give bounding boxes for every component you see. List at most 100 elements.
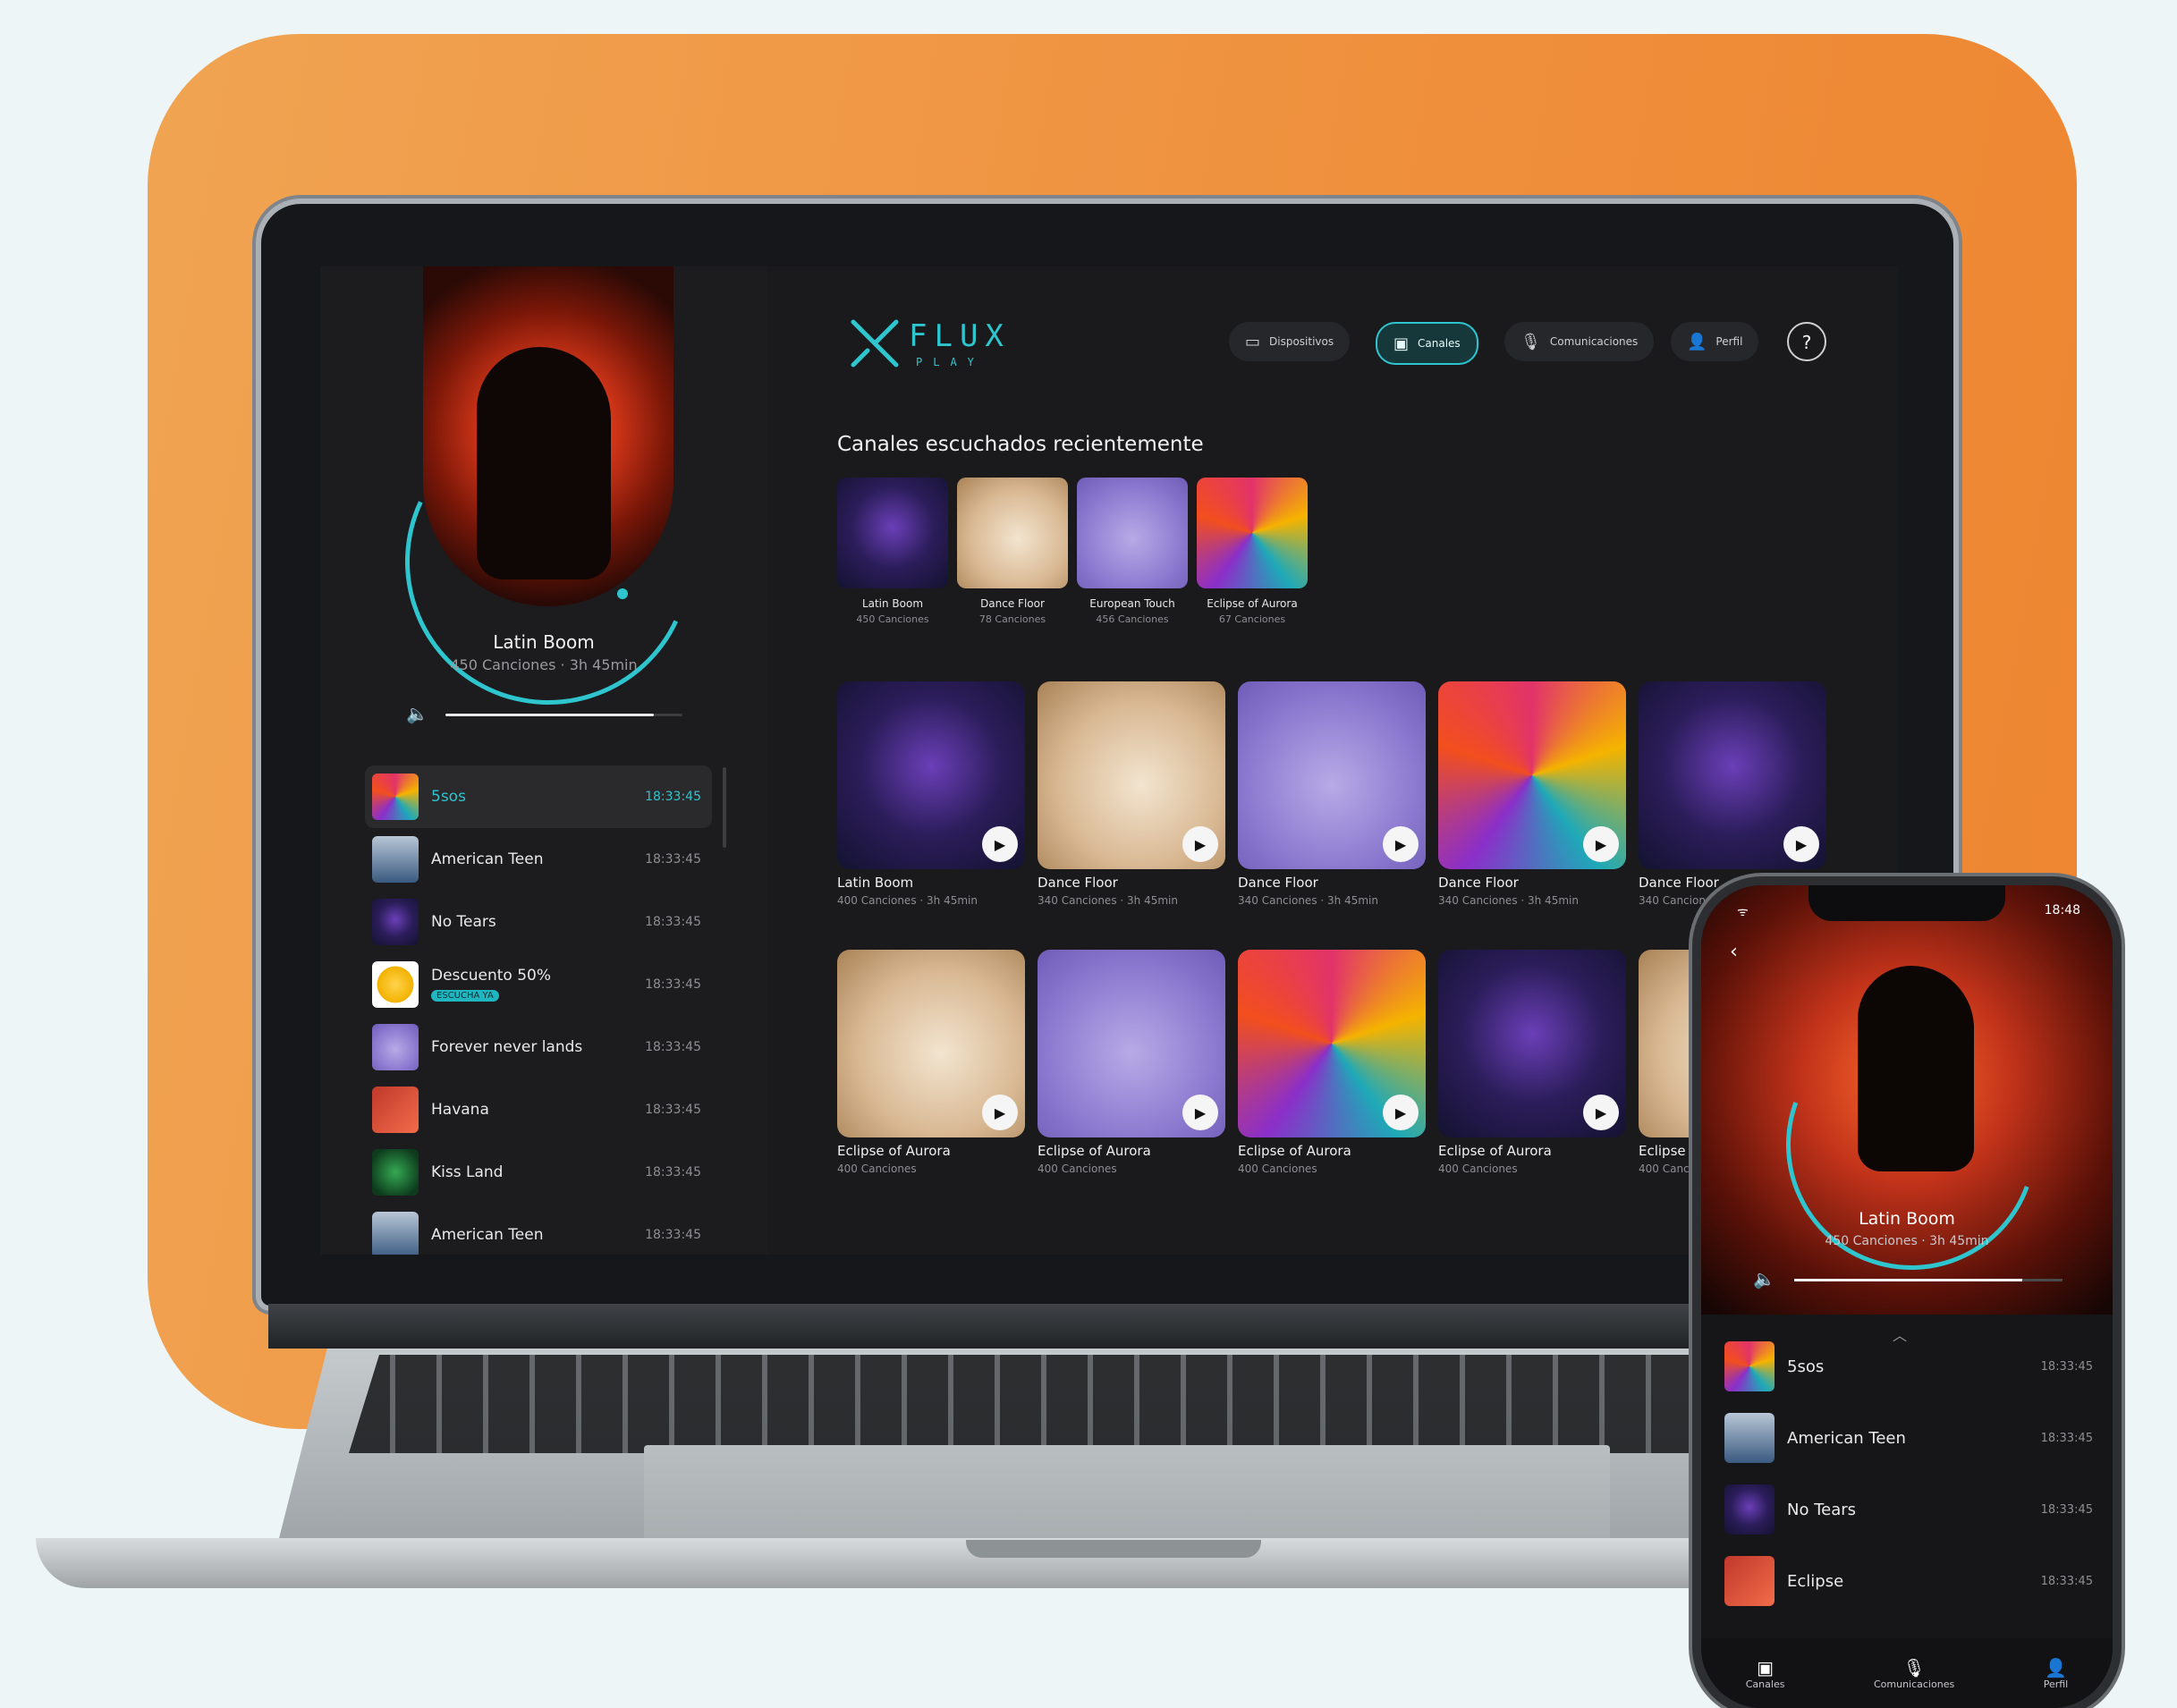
track-list-scrollbar[interactable] bbox=[723, 767, 726, 848]
track-row[interactable]: American Teen 18:33:45 bbox=[365, 1204, 712, 1255]
track-thumbnail bbox=[372, 899, 419, 945]
track-title: No Tears bbox=[1787, 1500, 1857, 1519]
recent-channel-card[interactable]: European Touch 456 Canciones bbox=[1077, 478, 1188, 625]
track-time: 18:33:45 bbox=[645, 852, 701, 867]
channel-card[interactable]: ▶ Eclipse of Aurora 400 Canciones bbox=[837, 950, 1025, 1175]
track-list: 5sos 18:33:45 American Teen 18:33:45 No … bbox=[365, 765, 712, 1255]
track-thumbnail bbox=[372, 774, 419, 820]
track-time: 18:33:45 bbox=[645, 1165, 701, 1180]
play-icon[interactable]: ▶ bbox=[1383, 826, 1419, 862]
phone-now-playing-title: Latin Boom bbox=[1859, 1209, 1955, 1229]
track-thumbnail bbox=[1724, 1556, 1775, 1606]
channel-card[interactable]: ▶ Latin Boom 400 Canciones · 3h 45min bbox=[837, 681, 1025, 907]
channel-card[interactable]: ▶ Eclipse of Aurora 400 Canciones bbox=[1438, 950, 1626, 1175]
nav-comunicaciones[interactable]: 🎙 Comunicaciones bbox=[1504, 322, 1655, 361]
track-time: 18:33:45 bbox=[2040, 1359, 2093, 1374]
channels-icon: ▣ bbox=[1757, 1656, 1775, 1678]
play-icon[interactable]: ▶ bbox=[1783, 826, 1819, 862]
track-row[interactable]: Havana 18:33:45 bbox=[365, 1078, 712, 1141]
channel-card-art: ▶ bbox=[1238, 950, 1426, 1137]
track-row[interactable]: 5sos 18:33:45 bbox=[365, 765, 712, 828]
track-title-wrap: Kiss Land bbox=[431, 1163, 645, 1181]
track-row[interactable]: Descuento 50% ESCUCHA YA 18:33:45 bbox=[365, 953, 712, 1016]
volume-icon[interactable]: 🔈 bbox=[406, 703, 428, 724]
recent-channel-title: European Touch bbox=[1089, 597, 1175, 610]
channel-card-subtitle: 340 Canciones · 3h 45min bbox=[1438, 894, 1579, 907]
logo-wordmark: FLUX bbox=[909, 318, 1011, 354]
volume-slider-fill bbox=[445, 714, 655, 716]
recent-channel-card[interactable]: Dance Floor 78 Canciones bbox=[957, 478, 1068, 625]
channel-card-title: Eclipse of Aurora bbox=[837, 1143, 951, 1159]
recent-channel-card[interactable]: Eclipse of Aurora 67 Canciones bbox=[1197, 478, 1308, 625]
play-icon[interactable]: ▶ bbox=[982, 1095, 1018, 1130]
playback-progress-arc[interactable] bbox=[364, 377, 733, 746]
track-row[interactable]: Kiss Land 18:33:45 bbox=[365, 1141, 712, 1204]
phone-volume-slider[interactable] bbox=[1794, 1279, 2063, 1281]
phone-tab-perfil-label: Perfil bbox=[2043, 1678, 2069, 1690]
track-time: 18:33:45 bbox=[645, 1040, 701, 1054]
track-title-wrap: Forever never lands bbox=[431, 1038, 645, 1056]
channel-card-title: Eclipse of Aurora bbox=[1238, 1143, 1351, 1159]
track-title: American Teen bbox=[431, 850, 544, 868]
phone-track-row[interactable]: American Teen 18:33:45 bbox=[1724, 1411, 2093, 1465]
nav-dispositivos[interactable]: ▭ Dispositivos bbox=[1229, 322, 1351, 361]
volume-icon[interactable]: 🔈 bbox=[1753, 1268, 1775, 1289]
logo-subtitle: PLAY bbox=[916, 356, 985, 368]
phone-track-row[interactable]: No Tears 18:33:45 bbox=[1724, 1483, 2093, 1536]
play-icon[interactable]: ▶ bbox=[1182, 826, 1218, 862]
now-playing-subtitle: 450 Canciones · 3h 45min bbox=[450, 656, 638, 673]
phone-tab-comunicaciones[interactable]: 🎙 Comunicaciones bbox=[1874, 1657, 1954, 1690]
track-thumbnail bbox=[372, 1212, 419, 1255]
channel-card[interactable]: ▶ Dance Floor 340 Canciones · 3h 45min bbox=[1038, 681, 1225, 907]
phone-notch bbox=[1809, 885, 2005, 921]
track-row[interactable]: Forever never lands 18:33:45 bbox=[365, 1016, 712, 1078]
channel-card[interactable]: ▶ Dance Floor 340 Canciones · 3h 45min bbox=[1639, 681, 1826, 907]
recent-channel-count: 67 Canciones bbox=[1218, 613, 1286, 625]
track-time: 18:33:45 bbox=[645, 790, 701, 804]
playback-progress-handle[interactable] bbox=[617, 588, 628, 599]
play-icon[interactable]: ▶ bbox=[1583, 1095, 1619, 1130]
channel-card[interactable]: ▶ Eclipse of Aurora 400 Canciones bbox=[1238, 950, 1426, 1175]
track-time: 18:33:45 bbox=[2040, 1431, 2093, 1445]
phone-volume-fill bbox=[1794, 1279, 2022, 1281]
recent-channel-card[interactable]: Latin Boom 450 Canciones bbox=[837, 478, 948, 625]
track-title: American Teen bbox=[431, 1226, 544, 1244]
track-title-wrap: American Teen bbox=[431, 850, 645, 868]
play-icon[interactable]: ▶ bbox=[1583, 826, 1619, 862]
phone-tab-perfil[interactable]: 👤 Perfil bbox=[2044, 1657, 2069, 1690]
track-title-wrap: American Teen bbox=[431, 1226, 645, 1244]
play-icon[interactable]: ▶ bbox=[982, 826, 1018, 862]
track-thumbnail bbox=[372, 1087, 419, 1133]
microphone-icon: 🎙 bbox=[1902, 1656, 1926, 1678]
track-row[interactable]: American Teen 18:33:45 bbox=[365, 828, 712, 891]
channel-card-title: Latin Boom bbox=[837, 875, 914, 891]
help-button[interactable]: ? bbox=[1787, 322, 1826, 361]
play-icon[interactable]: ▶ bbox=[1182, 1095, 1218, 1130]
user-icon: 👤 bbox=[2045, 1656, 2067, 1678]
play-icon[interactable]: ▶ bbox=[1383, 1095, 1419, 1130]
recent-channel-title: Latin Boom bbox=[861, 597, 924, 610]
phone-track-row[interactable]: Eclipse 18:33:45 bbox=[1724, 1554, 2093, 1608]
nav-perfil[interactable]: 👤 Perfil bbox=[1671, 322, 1759, 361]
nav-canales[interactable]: ▣ Canales bbox=[1376, 322, 1478, 365]
recent-channel-art bbox=[1077, 478, 1188, 588]
phone-track-row[interactable]: 5sos 18:33:45 bbox=[1724, 1340, 2093, 1393]
laptop-screen: Latin Boom 450 Canciones · 3h 45min 🔈 5s… bbox=[320, 266, 1898, 1255]
channel-card[interactable]: ▶ Dance Floor 340 Canciones · 3h 45min bbox=[1238, 681, 1426, 907]
channel-card-subtitle: 400 Canciones · 3h 45min bbox=[837, 894, 978, 907]
track-title-wrap: Havana bbox=[431, 1101, 645, 1119]
track-time: 18:33:45 bbox=[645, 1228, 701, 1242]
channel-card-art: ▶ bbox=[837, 681, 1025, 869]
channel-card-title: Eclipse of Aurora bbox=[1038, 1143, 1151, 1159]
recent-channel-title: Eclipse of Aurora bbox=[1207, 597, 1298, 610]
phone-tab-canales[interactable]: ▣ Canales bbox=[1746, 1657, 1785, 1690]
track-row[interactable]: No Tears 18:33:45 bbox=[365, 891, 712, 953]
back-chevron-icon[interactable]: ‹ bbox=[1730, 941, 1738, 963]
track-title-wrap: Descuento 50% ESCUCHA YA bbox=[431, 967, 645, 1002]
recent-channel-title: Dance Floor bbox=[980, 597, 1045, 610]
channel-card-title: Dance Floor bbox=[1238, 875, 1318, 891]
laptop-hinge bbox=[268, 1304, 1950, 1349]
channel-card[interactable]: ▶ Eclipse of Aurora 400 Canciones bbox=[1038, 950, 1225, 1175]
volume-slider[interactable] bbox=[445, 714, 682, 716]
channel-card[interactable]: ▶ Dance Floor 340 Canciones · 3h 45min bbox=[1438, 681, 1626, 907]
